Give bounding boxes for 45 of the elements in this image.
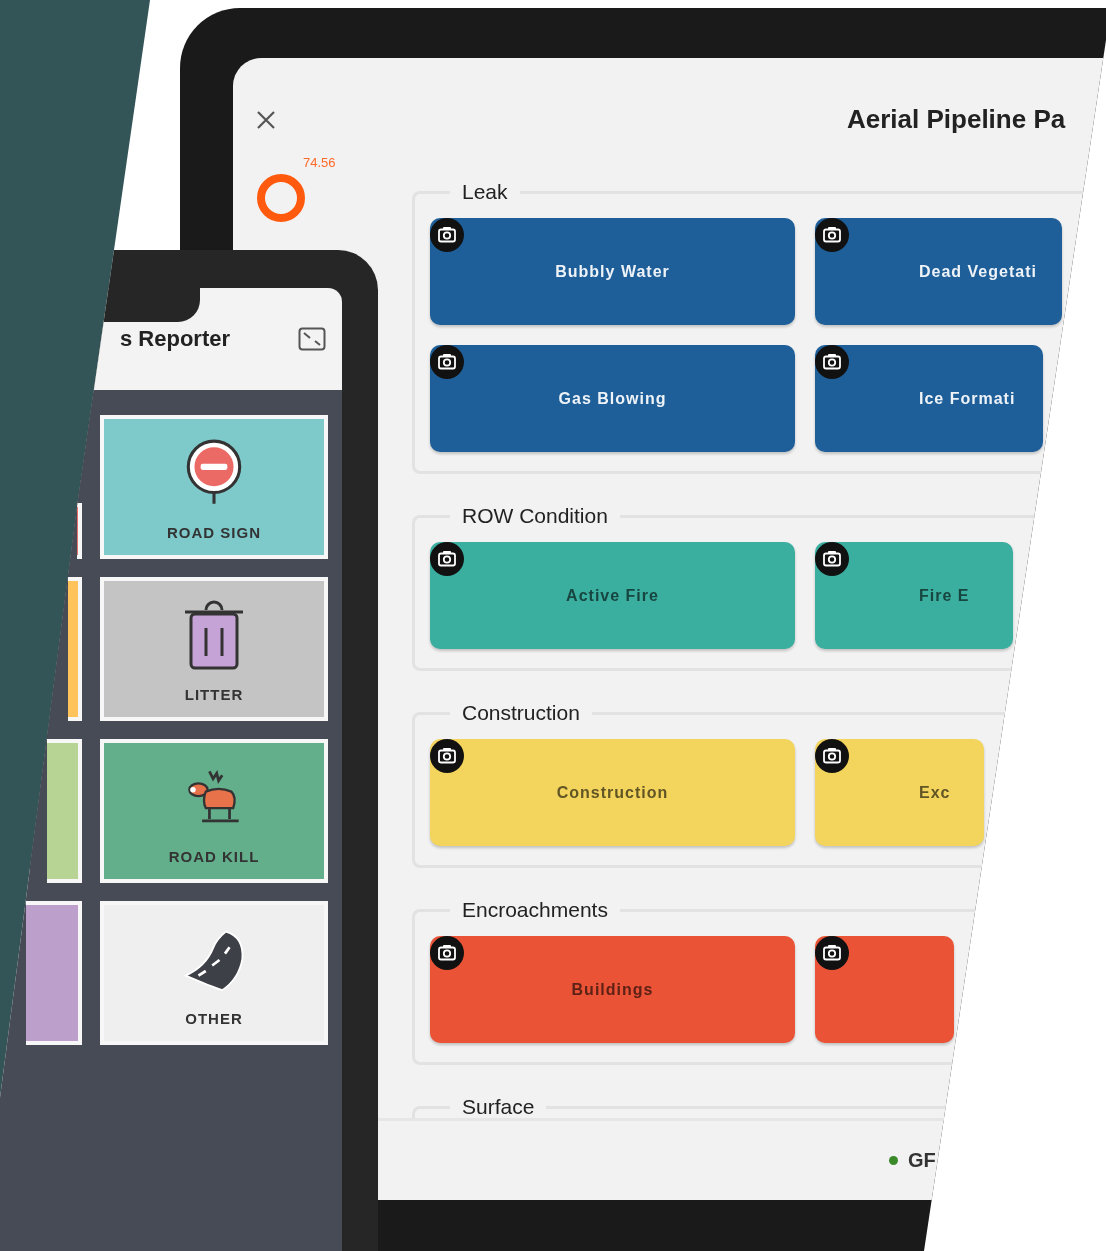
camera-icon: [815, 739, 849, 773]
window-title: Aerial Pipeline Pa: [847, 104, 1066, 135]
section-title: ROW Condition: [461, 504, 609, 528]
report-button[interactable]: Fire E: [815, 542, 1013, 649]
report-button[interactable]: Active Fire: [430, 542, 795, 649]
gauge-reading: 74.56: [303, 155, 336, 170]
report-button[interactable]: [815, 936, 954, 1043]
category-tile[interactable]: [47, 739, 82, 883]
app-title: s Reporter: [120, 326, 231, 352]
camera-icon: [430, 542, 464, 576]
tile-label: ROAD KILL: [168, 848, 260, 865]
camera-icon: [430, 739, 464, 773]
report-button[interactable]: Dead Vegetati: [815, 218, 1062, 325]
camera-icon: [815, 218, 849, 252]
category-tile[interactable]: [68, 577, 82, 721]
status-label: GF: [908, 1149, 936, 1172]
section-title: Construction: [461, 701, 581, 725]
section-title: Encroachments: [461, 898, 609, 922]
category-tile[interactable]: OTHER: [100, 901, 328, 1045]
ring-gauge-icon: [254, 171, 308, 225]
category-tile[interactable]: [26, 901, 82, 1045]
report-button[interactable]: Construction: [430, 739, 795, 846]
category-tile[interactable]: ROAD KILL: [100, 739, 328, 883]
camera-icon: [430, 936, 464, 970]
section-title: Leak: [461, 180, 509, 204]
camera-icon: [430, 218, 464, 252]
tile-label: ROAD SIGN: [167, 524, 261, 541]
report-button[interactable]: Ice Formati: [815, 345, 1043, 452]
close-icon[interactable]: [256, 110, 276, 130]
category-tile[interactable]: ROAD SIGN: [100, 415, 328, 559]
camera-icon: [815, 542, 849, 576]
expand-icon[interactable]: [298, 327, 326, 351]
camera-icon: [815, 345, 849, 379]
tile-label: OTHER: [185, 1010, 243, 1027]
report-button[interactable]: Gas Blowing: [430, 345, 795, 452]
category-tile[interactable]: [77, 503, 82, 559]
trash-can-icon: [182, 600, 246, 672]
report-button[interactable]: Bubbly Water: [430, 218, 795, 325]
camera-icon: [815, 936, 849, 970]
report-button[interactable]: Buildings: [430, 936, 795, 1043]
section-title: Surface: [461, 1095, 536, 1118]
tile-label: LITTER: [184, 686, 244, 703]
report-button[interactable]: Exc: [815, 739, 984, 846]
category-tile[interactable]: LITTER: [100, 577, 328, 721]
camera-icon: [430, 345, 464, 379]
